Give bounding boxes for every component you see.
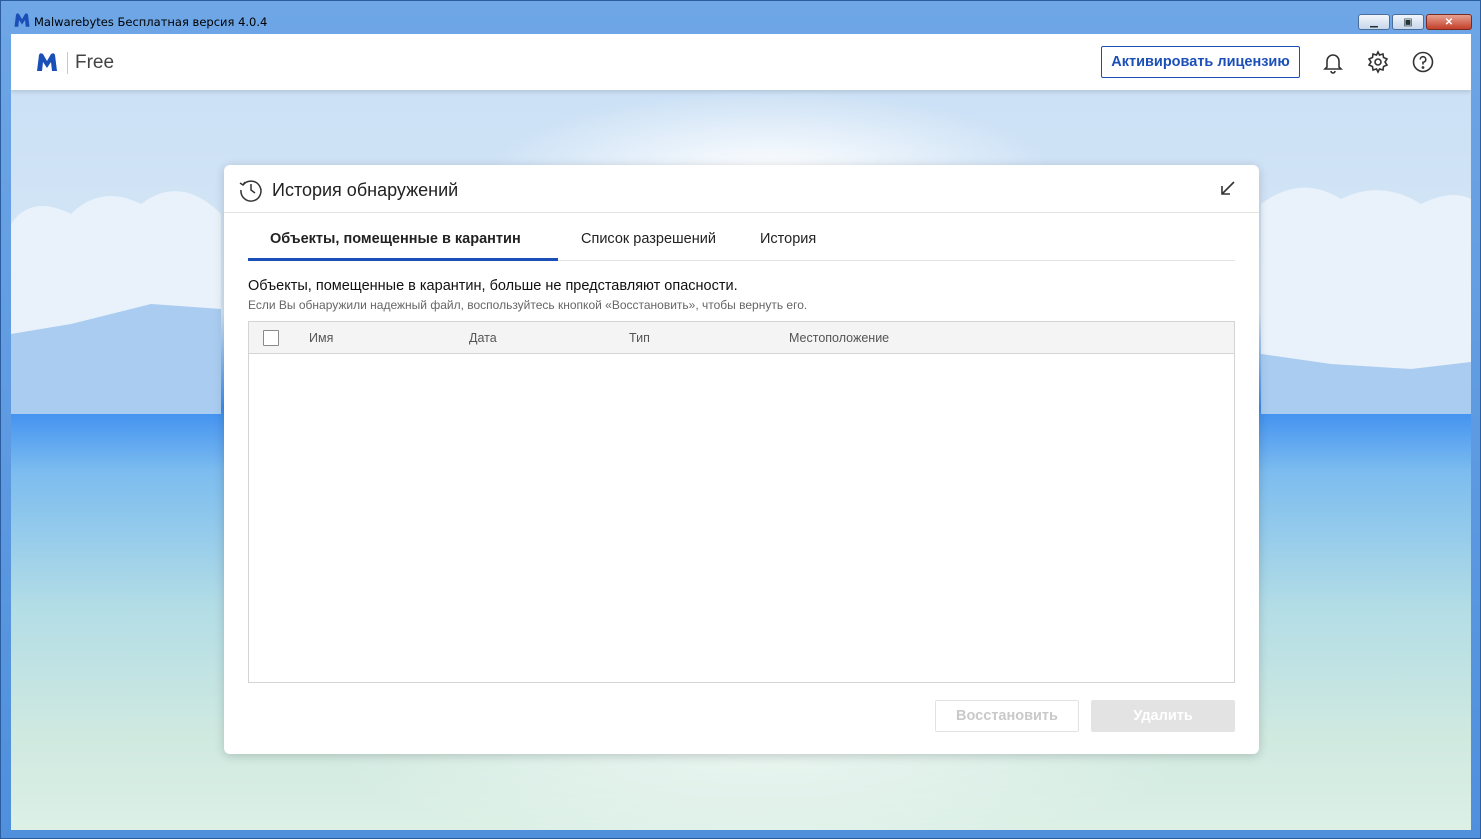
minimize-button[interactable]: ▁	[1358, 14, 1390, 30]
collapse-icon[interactable]	[1219, 179, 1237, 197]
activate-license-button[interactable]: Активировать лицензию	[1101, 46, 1300, 78]
dialog-header: История обнаружений	[224, 165, 1259, 213]
quarantine-description: Объекты, помещенные в карантин, больше н…	[248, 278, 738, 294]
column-header-location[interactable]: Местоположение	[789, 331, 889, 345]
dialog-tabs: Объекты, помещенные в карантин Список ра…	[248, 225, 1235, 261]
detection-history-dialog: История обнаружений Объекты, помещенные …	[224, 165, 1259, 754]
close-button[interactable]: ✕	[1426, 14, 1472, 30]
client-area: Free Активировать лицензию История обнар…	[11, 34, 1471, 830]
gear-icon[interactable]	[1366, 50, 1390, 74]
column-header-date[interactable]: Дата	[469, 331, 497, 345]
quarantine-table: Имя Дата Тип Местоположение	[248, 321, 1235, 683]
help-icon[interactable]	[1411, 50, 1435, 74]
malwarebytes-logo	[37, 53, 57, 71]
product-edition-label: Free	[75, 52, 115, 73]
delete-button[interactable]: Удалить	[1091, 700, 1235, 732]
window-frame: Malwarebytes Бесплатная версия 4.0.4 ▁ ▣…	[0, 0, 1481, 839]
select-all-checkbox[interactable]	[263, 330, 279, 346]
dialog-title: История обнаружений	[272, 180, 459, 200]
maximize-button[interactable]: ▣	[1392, 14, 1424, 30]
tab-allow-list[interactable]: Список разрешений	[581, 231, 716, 261]
tab-quarantine[interactable]: Объекты, помещенные в карантин	[270, 231, 521, 261]
history-clock-icon	[239, 180, 262, 202]
malwarebytes-app-icon	[14, 13, 30, 27]
column-header-name[interactable]: Имя	[309, 331, 333, 345]
active-tab-indicator	[248, 258, 558, 261]
restore-button[interactable]: Восстановить	[935, 700, 1079, 732]
tab-history[interactable]: История	[760, 231, 816, 261]
title-bar[interactable]: Malwarebytes Бесплатная версия 4.0.4 ▁ ▣…	[1, 1, 1481, 33]
column-header-type[interactable]: Тип	[629, 331, 650, 345]
table-header: Имя Дата Тип Местоположение	[249, 322, 1234, 354]
window-title: Malwarebytes Бесплатная версия 4.0.4	[34, 15, 268, 29]
logo-divider	[67, 52, 68, 74]
quarantine-hint: Если Вы обнаружили надежный файл, воспол…	[248, 298, 808, 312]
bell-icon[interactable]	[1321, 50, 1345, 74]
app-header: Free Активировать лицензию	[11, 34, 1471, 90]
